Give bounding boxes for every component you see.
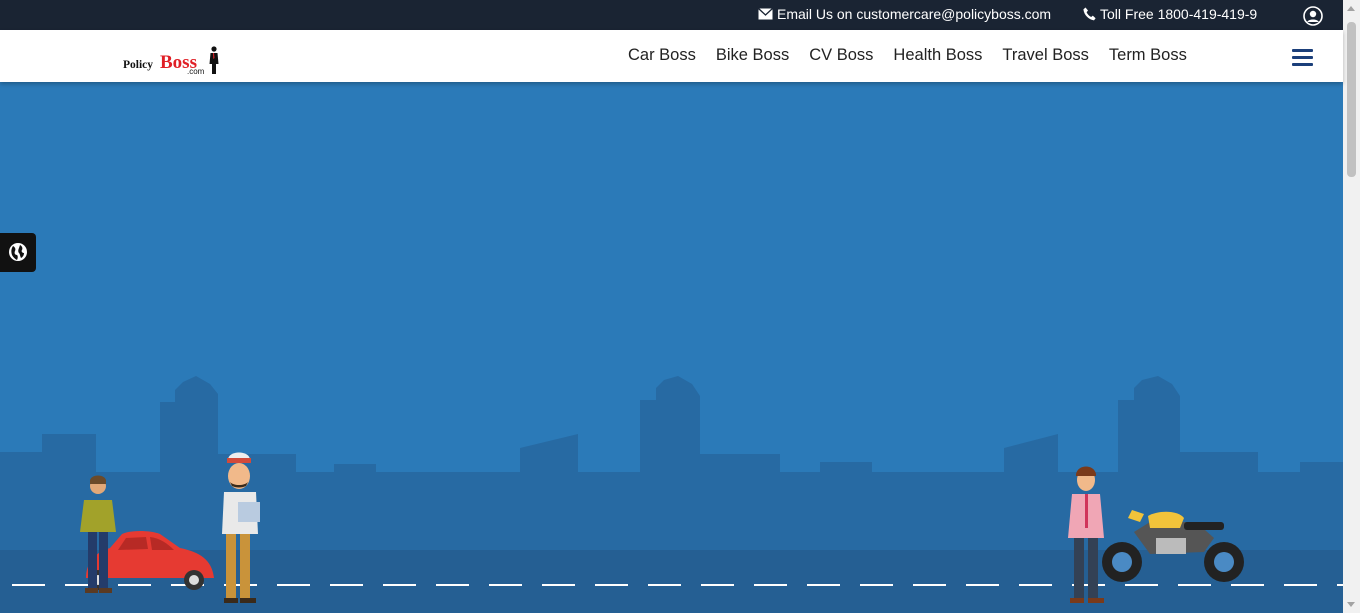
globe-icon (9, 243, 27, 261)
scrollbar-thumb[interactable] (1347, 22, 1356, 177)
language-globe-button[interactable] (0, 233, 36, 272)
phone-contact[interactable]: Toll Free 1800-419-419-9 (1083, 6, 1257, 22)
logo-text-com: .com (187, 67, 205, 76)
policyboss-logo[interactable]: Policy Boss .com (122, 44, 222, 78)
hero-banner (0, 82, 1343, 613)
city-skyline (0, 376, 1343, 552)
scroll-down-arrow-icon[interactable] (1347, 602, 1355, 607)
nav-item-bike-boss[interactable]: Bike Boss (716, 46, 789, 65)
nav-item-cv-boss[interactable]: CV Boss (809, 46, 873, 65)
envelope-icon (758, 8, 773, 20)
hamburger-menu-icon[interactable] (1292, 49, 1313, 66)
nav-item-term-boss[interactable]: Term Boss (1109, 46, 1187, 65)
scroll-up-arrow-icon[interactable] (1347, 6, 1355, 11)
phone-icon (1083, 7, 1096, 21)
phone-text: Toll Free 1800-419-419-9 (1100, 6, 1258, 22)
page-scrollbar[interactable] (1343, 0, 1360, 613)
user-account-icon[interactable] (1303, 6, 1323, 26)
main-navigation: Policy Boss .com Car Boss Bike Boss CV B… (0, 30, 1343, 82)
nav-item-car-boss[interactable]: Car Boss (628, 46, 696, 65)
email-contact[interactable]: Email Us on customercare@policyboss.com (758, 6, 1051, 22)
nav-item-health-boss[interactable]: Health Boss (893, 46, 982, 65)
logo-mascot-figure (209, 46, 219, 74)
hero-illustration (0, 376, 1343, 613)
nav-item-travel-boss[interactable]: Travel Boss (1002, 46, 1089, 65)
logo-text-policy: Policy (123, 59, 153, 71)
top-contact-bar: Email Us on customercare@policyboss.com … (0, 0, 1343, 30)
email-text: Email Us on customercare@policyboss.com (777, 6, 1052, 22)
nav-menu: Car Boss Bike Boss CV Boss Health Boss T… (628, 46, 1187, 65)
